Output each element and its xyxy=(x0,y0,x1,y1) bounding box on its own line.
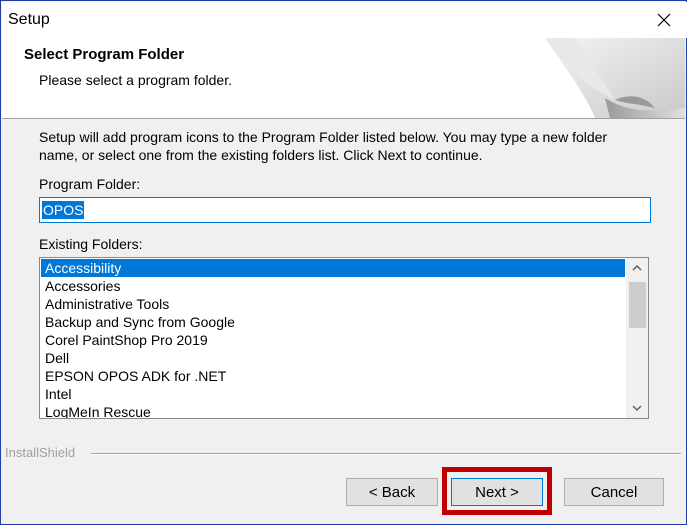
list-scrollbar[interactable] xyxy=(626,258,648,418)
list-item[interactable]: Intel xyxy=(41,385,625,403)
program-folder-input[interactable]: OPOS xyxy=(39,197,651,223)
list-item[interactable]: Accessories xyxy=(41,277,625,295)
brand-label: InstallShield xyxy=(5,445,76,460)
list-item[interactable]: Dell xyxy=(41,349,625,367)
list-item[interactable]: Backup and Sync from Google xyxy=(41,313,625,331)
folder-list-items: Accessibility Accessories Administrative… xyxy=(41,259,625,418)
window-title: Setup xyxy=(8,11,50,28)
scroll-up-button[interactable] xyxy=(626,258,648,278)
existing-folders-list[interactable]: Accessibility Accessories Administrative… xyxy=(39,257,649,419)
instructions-text: Setup will add program icons to the Prog… xyxy=(39,129,608,163)
chevron-down-icon xyxy=(632,405,642,411)
page-subtitle: Please select a program folder. xyxy=(39,72,232,88)
list-item[interactable]: EPSON OPOS ADK for .NET xyxy=(41,367,625,385)
header-panel: Select Program Folder Please select a pr… xyxy=(2,38,685,119)
scroll-down-button[interactable] xyxy=(626,398,648,418)
installshield-branding: InstallShield xyxy=(5,445,685,461)
cancel-button[interactable]: Cancel xyxy=(564,478,664,506)
list-item[interactable]: Corel PaintShop Pro 2019 xyxy=(41,331,625,349)
page-curl-graphic xyxy=(545,38,685,118)
list-item[interactable]: Accessibility xyxy=(41,259,625,277)
back-button[interactable]: < Back xyxy=(346,478,438,506)
title-bar: Setup xyxy=(2,2,687,38)
program-folder-label: Program Folder: xyxy=(39,176,141,192)
close-icon xyxy=(657,13,671,27)
chevron-up-icon xyxy=(632,265,642,271)
program-folder-value: OPOS xyxy=(42,201,85,219)
page-title: Select Program Folder xyxy=(24,46,185,63)
setup-dialog: Setup Select Program Folder Please selec… xyxy=(0,0,687,525)
close-button[interactable] xyxy=(641,2,687,38)
list-item[interactable]: LogMeIn Rescue xyxy=(41,403,625,418)
list-item[interactable]: Administrative Tools xyxy=(41,295,625,313)
next-highlight-box xyxy=(442,467,552,515)
scroll-thumb[interactable] xyxy=(629,282,646,328)
separator-line xyxy=(91,453,681,455)
existing-folders-label: Existing Folders: xyxy=(39,236,143,252)
